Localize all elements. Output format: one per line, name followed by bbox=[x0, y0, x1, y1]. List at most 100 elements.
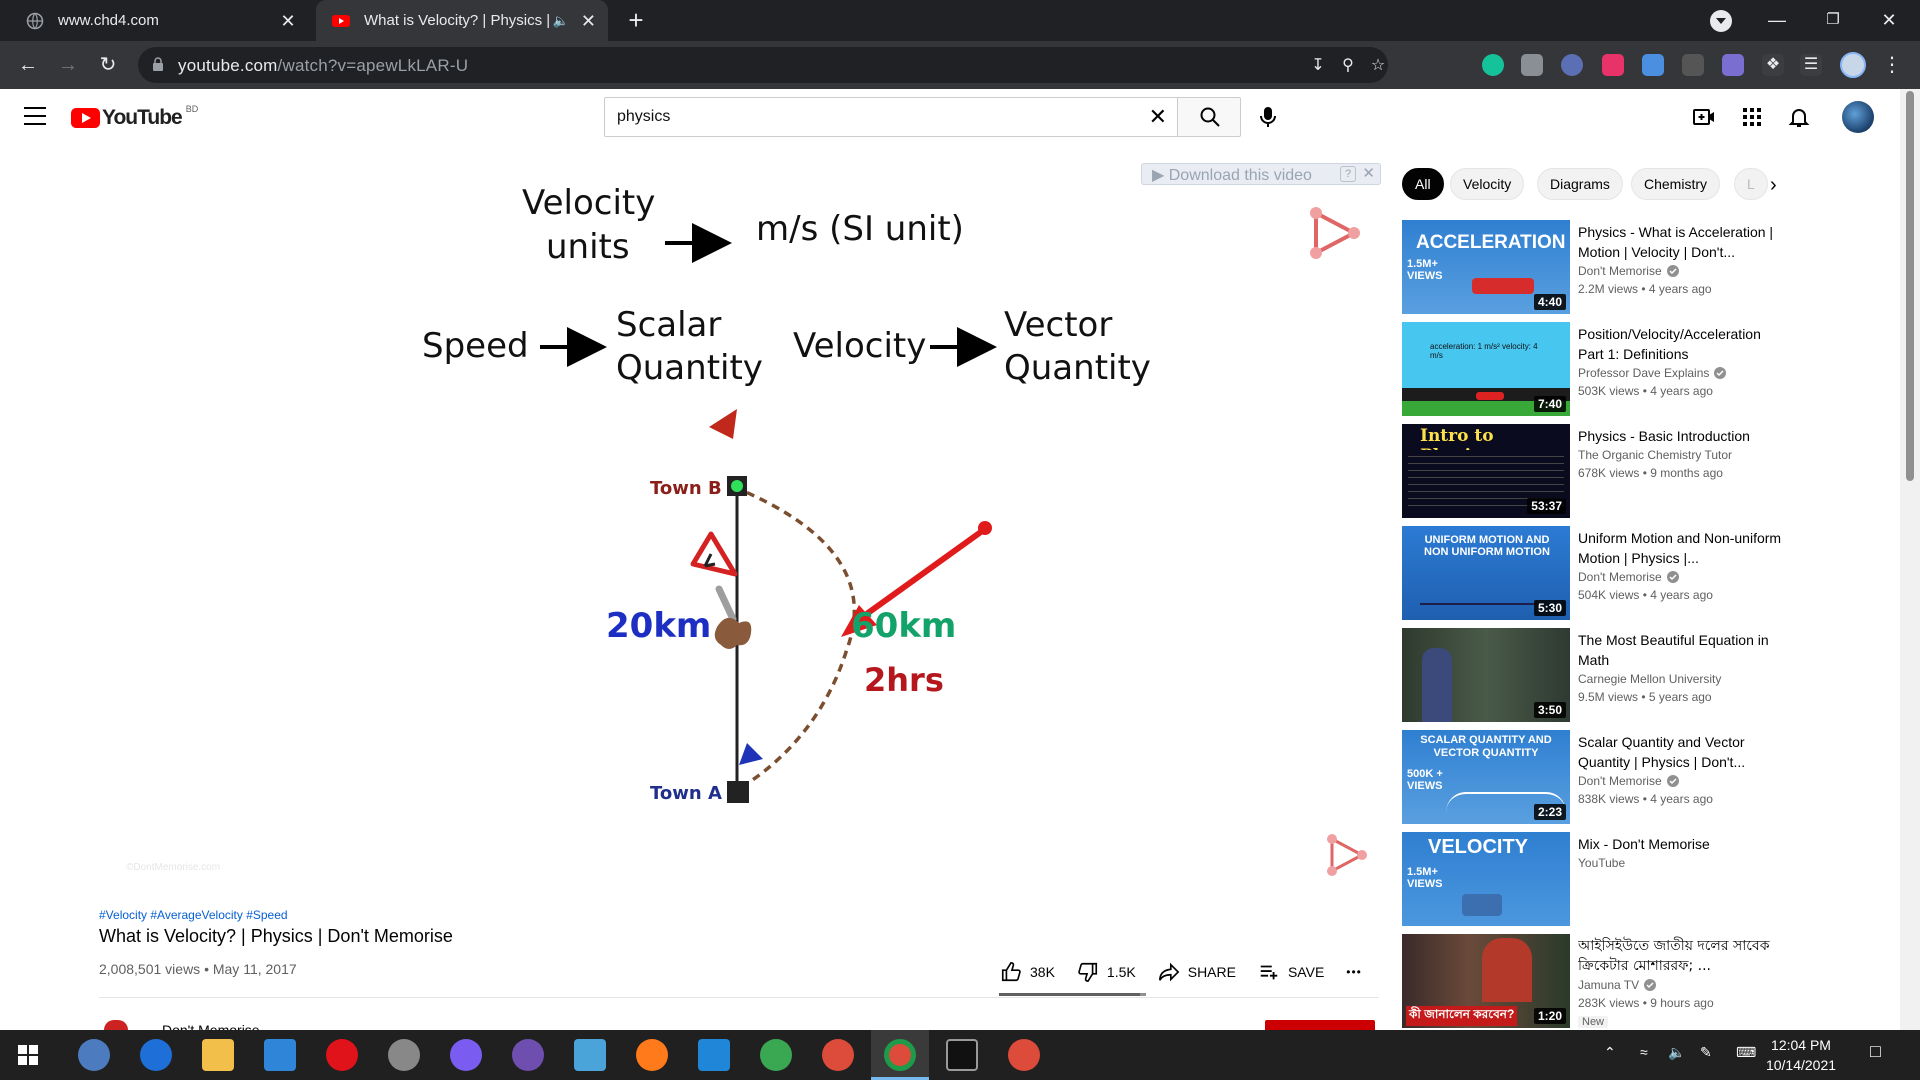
subscribe-button[interactable] bbox=[1265, 1020, 1375, 1030]
map-app-icon[interactable] bbox=[760, 1039, 792, 1071]
more-actions-button[interactable]: ••• bbox=[1346, 965, 1362, 979]
bookmark-star-icon[interactable]: ☆ bbox=[1368, 56, 1388, 76]
microphone-icon[interactable] bbox=[1254, 103, 1282, 131]
tab-close-icon[interactable]: ✕ bbox=[581, 11, 596, 31]
pen-extension-icon[interactable] bbox=[1722, 54, 1744, 76]
chip-chemistry[interactable]: Chemistry bbox=[1631, 168, 1721, 200]
download-video-bar[interactable]: ▶ Download this video ? ✕ bbox=[1141, 163, 1381, 185]
chips-next-icon[interactable]: › bbox=[1770, 174, 1777, 197]
notifications-bell-icon[interactable] bbox=[1787, 105, 1811, 129]
download-label[interactable]: ▶ Download this video bbox=[1152, 165, 1312, 185]
download-extension-icon[interactable] bbox=[1642, 54, 1664, 76]
firefox-icon[interactable] bbox=[636, 1039, 668, 1071]
close-window-button[interactable]: ✕ bbox=[1866, 6, 1912, 34]
channel-avatar[interactable] bbox=[104, 1020, 128, 1030]
menu-icon[interactable] bbox=[24, 107, 46, 125]
youtube-logo[interactable]: YouTube BD bbox=[71, 104, 198, 130]
satellite-icon[interactable] bbox=[388, 1039, 420, 1071]
tray-chevron-icon[interactable]: ⌃ bbox=[1604, 1044, 1616, 1061]
video-thumbnail[interactable]: 3:50 bbox=[1402, 628, 1570, 722]
edge-icon[interactable] bbox=[140, 1039, 172, 1071]
scrollbar-thumb[interactable] bbox=[1906, 91, 1914, 481]
recommendation-item[interactable]: SCALAR QUANTITY AND VECTOR QUANTITY 500K… bbox=[1402, 730, 1882, 824]
windows-start-icon[interactable] bbox=[18, 1045, 38, 1065]
tab-chd4[interactable]: www.chd4.com ✕ bbox=[10, 0, 310, 41]
video-thumbnail[interactable]: UNIFORM MOTION AND NON UNIFORM MOTION 5:… bbox=[1402, 526, 1570, 620]
camera-extension-icon[interactable] bbox=[1521, 54, 1543, 76]
clear-search-icon[interactable]: ✕ bbox=[1149, 104, 1167, 130]
video-hashtags[interactable]: #Velocity #AverageVelocity #Speed bbox=[99, 908, 288, 922]
recommendation-item[interactable]: 3:50 The Most Beautiful Equation in Math… bbox=[1402, 628, 1882, 722]
notification-center-icon[interactable]: □ bbox=[1870, 1041, 1881, 1062]
volume-icon[interactable]: 🔈 bbox=[1668, 1044, 1685, 1061]
terminal-icon[interactable] bbox=[946, 1039, 978, 1071]
apps-grid-icon[interactable] bbox=[1740, 105, 1764, 129]
video-thumbnail[interactable]: ACCELERATION 1.5M+ VIEWS 4:40 bbox=[1402, 220, 1570, 314]
extension-icon[interactable] bbox=[1561, 54, 1583, 76]
zoom-icon[interactable]: ⚲ bbox=[1338, 56, 1358, 76]
share-button[interactable]: SHARE bbox=[1158, 961, 1236, 983]
chrome-active-icon[interactable] bbox=[884, 1039, 916, 1071]
download-close-icon[interactable]: ✕ bbox=[1362, 164, 1375, 182]
wifi-icon[interactable]: ≈ bbox=[1640, 1044, 1648, 1060]
recommendation-item[interactable]: Intro to Physics 53:37 Physics - Basic I… bbox=[1402, 424, 1882, 518]
reading-list-icon[interactable]: ☰ bbox=[1800, 54, 1822, 76]
recommendation-item[interactable]: VELOCITY 1.5M+ VIEWS Mix - Don't Memoris… bbox=[1402, 832, 1882, 926]
recommendation-item[interactable]: UNIFORM MOTION AND NON UNIFORM MOTION 5:… bbox=[1402, 526, 1882, 620]
tab-search-icon[interactable] bbox=[1710, 10, 1732, 32]
vscode-icon[interactable] bbox=[698, 1039, 730, 1071]
chip-all[interactable]: All bbox=[1402, 168, 1444, 200]
recommendation-item[interactable]: acceleration: 1 m/s² velocity: 4 m/s 7:4… bbox=[1402, 322, 1882, 416]
forward-icon[interactable]: → bbox=[54, 51, 82, 79]
tab-close-icon[interactable]: ✕ bbox=[278, 11, 298, 31]
back-icon[interactable]: ← bbox=[14, 51, 42, 79]
like-button[interactable]: 38K bbox=[1000, 961, 1055, 983]
player-extension-icon[interactable] bbox=[1602, 54, 1624, 76]
messenger-icon[interactable] bbox=[450, 1039, 482, 1071]
mute-icon[interactable]: 🔈 bbox=[553, 13, 569, 29]
video-player[interactable]: Velocity units m/s (SI unit) Speed Scala… bbox=[99, 169, 1379, 889]
dislike-button[interactable]: 1.5K bbox=[1077, 961, 1136, 983]
recommendation-item[interactable]: কী জানালেন করবেন? 1:20 আইসিইউতে জাতীয় দ… bbox=[1402, 934, 1882, 1028]
create-video-icon[interactable] bbox=[1692, 105, 1716, 129]
search-input[interactable]: physics ✕ bbox=[604, 97, 1177, 137]
search-query[interactable]: physics bbox=[617, 108, 670, 126]
minimize-button[interactable]: — bbox=[1754, 6, 1800, 34]
video-thumbnail[interactable]: VELOCITY 1.5M+ VIEWS bbox=[1402, 832, 1570, 926]
video-thumbnail[interactable]: SCALAR QUANTITY AND VECTOR QUANTITY 500K… bbox=[1402, 730, 1570, 824]
page-scrollbar[interactable] bbox=[1900, 89, 1920, 1030]
install-icon[interactable]: ↧ bbox=[1308, 56, 1328, 76]
puzzle-icon[interactable]: ❖ bbox=[1762, 54, 1784, 76]
screen-extension-icon[interactable] bbox=[1682, 54, 1704, 76]
search-button[interactable] bbox=[1177, 97, 1241, 137]
opera-icon[interactable] bbox=[326, 1039, 358, 1071]
account-avatar[interactable] bbox=[1842, 101, 1874, 133]
new-tab-button[interactable]: + bbox=[622, 6, 650, 34]
pen-icon[interactable]: ✎ bbox=[1700, 1044, 1712, 1061]
recommendation-item[interactable]: ACCELERATION 1.5M+ VIEWS 4:40 Physics - … bbox=[1402, 220, 1882, 314]
file-explorer-icon[interactable] bbox=[202, 1039, 234, 1071]
mail-icon[interactable] bbox=[264, 1039, 296, 1071]
chrome-icon[interactable] bbox=[822, 1039, 854, 1071]
video-thumbnail[interactable]: কী জানালেন করবেন? 1:20 bbox=[1402, 934, 1570, 1028]
profile-avatar[interactable] bbox=[1840, 52, 1866, 78]
grammarly-icon[interactable] bbox=[1482, 54, 1504, 76]
video-thumbnail[interactable]: acceleration: 1 m/s² velocity: 4 m/s 7:4… bbox=[1402, 322, 1570, 416]
save-button[interactable]: SAVE bbox=[1258, 961, 1324, 983]
video-thumbnail[interactable]: Intro to Physics 53:37 bbox=[1402, 424, 1570, 518]
chrome-menu-icon[interactable]: ⋮ bbox=[1882, 53, 1902, 77]
paint-icon[interactable] bbox=[574, 1039, 606, 1071]
maximize-button[interactable]: ❐ bbox=[1810, 6, 1856, 34]
keyboard-icon[interactable]: ⌨ bbox=[1736, 1044, 1756, 1061]
tab-youtube[interactable]: What is Velocity? | Physics | Don't Memo… bbox=[316, 0, 608, 41]
address-bar[interactable]: youtube.com/watch?v=apewLkLAR-U ↧ ⚲ ☆ bbox=[138, 47, 1388, 83]
download-help-icon[interactable]: ? bbox=[1340, 166, 1356, 182]
qbittorrent-icon[interactable] bbox=[78, 1039, 110, 1071]
url-text[interactable]: youtube.com/watch?v=apewLkLAR-U bbox=[178, 56, 468, 76]
system-clock[interactable]: 12:04 PM 10/14/2021 bbox=[1756, 1035, 1846, 1075]
chrome-profile-icon[interactable] bbox=[1008, 1039, 1040, 1071]
chip-velocity[interactable]: Velocity bbox=[1450, 168, 1525, 200]
chip-more[interactable]: L bbox=[1734, 168, 1768, 200]
github-icon[interactable] bbox=[512, 1039, 544, 1071]
chip-diagrams[interactable]: Diagrams bbox=[1537, 168, 1623, 200]
